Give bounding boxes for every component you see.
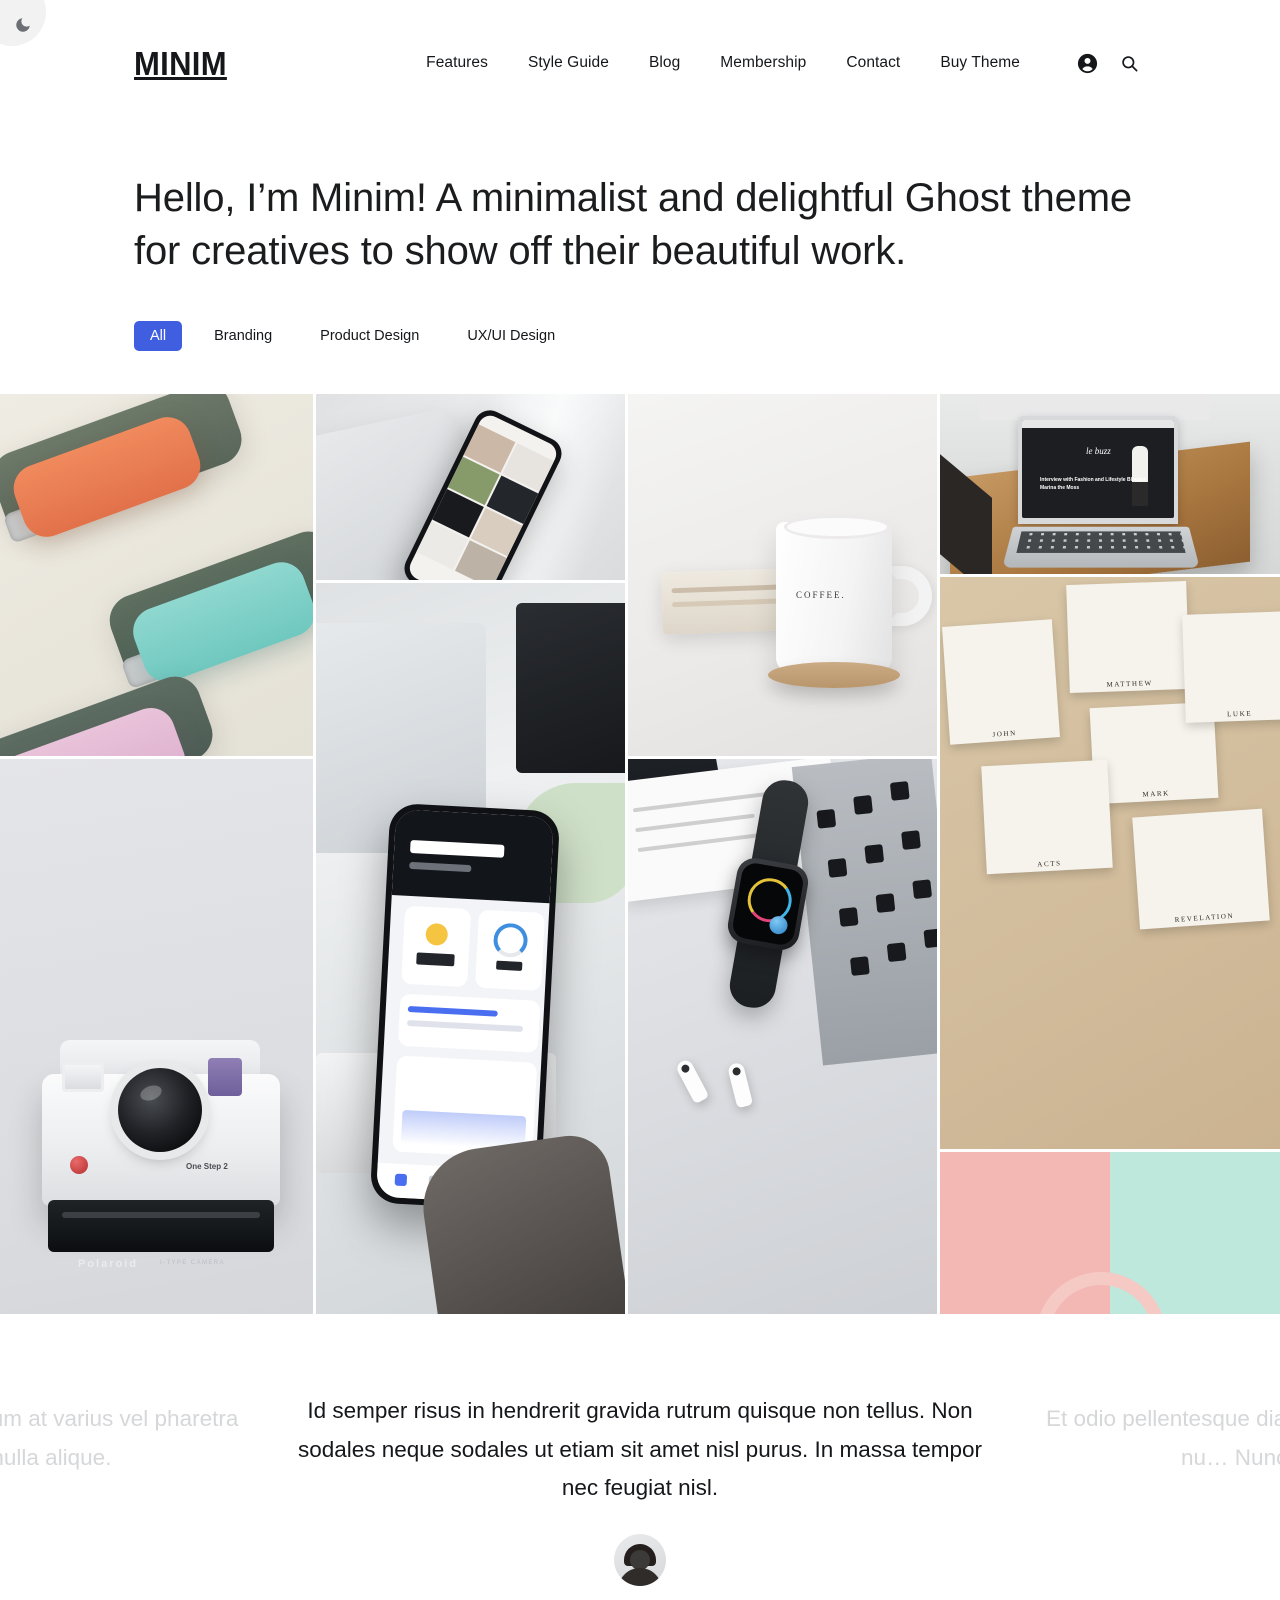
- nav-link-style-guide[interactable]: Style Guide: [508, 54, 629, 72]
- nav-item-style-guide[interactable]: Style Guide: [508, 54, 629, 72]
- testimonial-quote-next: Et odio pellentesque diam… egestas egest…: [1045, 1406, 1280, 1470]
- search-icon[interactable]: [1112, 46, 1146, 80]
- camera-model: One Step 2: [186, 1162, 228, 1171]
- print-label-mark: MARK: [1142, 789, 1171, 799]
- coffee-mug-label: COFFEE.: [796, 590, 846, 600]
- photo-polaroid-camera: One Step 2 Polaroid I-TYPE CAMERA: [0, 759, 313, 1314]
- testimonial-slide-next[interactable]: Et odio pellentesque diam… egestas egest…: [1030, 1400, 1280, 1555]
- site-logo[interactable]: MINIM: [134, 47, 227, 80]
- print-label-revelation: REVELATION: [1174, 911, 1235, 924]
- print-label-acts: ACTS: [1037, 859, 1062, 869]
- laptop-wordmark: le buzz: [1086, 446, 1111, 456]
- gallery-item-laptop-wood[interactable]: le buzz Interview with Fashion and Lifes…: [940, 394, 1280, 574]
- nav-link-contact[interactable]: Contact: [826, 54, 920, 72]
- nav-link-features[interactable]: Features: [406, 54, 508, 72]
- gallery-item-watch-airpods[interactable]: [628, 759, 937, 1314]
- gallery-item-headphones[interactable]: [940, 1152, 1280, 1314]
- filter-ux-ui-design[interactable]: UX/UI Design: [451, 321, 571, 351]
- nav-item-blog[interactable]: Blog: [629, 54, 700, 72]
- avatar: [614, 1534, 666, 1587]
- gallery-item-phone-dashboard[interactable]: [316, 583, 625, 1314]
- nav-link-buy-theme[interactable]: Buy Theme: [920, 54, 1040, 72]
- nav-list: Features Style Guide Blog Membership Con…: [406, 54, 1040, 72]
- filter-all[interactable]: All: [134, 321, 183, 351]
- photo-phone-dashboard: [316, 583, 625, 1314]
- photo-headphones: [940, 1152, 1280, 1314]
- hero-section: Hello, I’m Minim! A minimalist and delig…: [0, 126, 1280, 278]
- nav-link-membership[interactable]: Membership: [700, 54, 826, 72]
- camera-tag: I-TYPE CAMERA: [160, 1260, 225, 1266]
- site-header: MINIM Features Style Guide Blog Membersh…: [0, 0, 1280, 126]
- main-navigation: Features Style Guide Blog Membership Con…: [406, 46, 1146, 80]
- laptop-caption: Interview with Fashion and Lifestyle Blo…: [1040, 477, 1146, 491]
- gallery-item-coffee-mug[interactable]: COFFEE.: [628, 394, 937, 756]
- header-icons: [1062, 46, 1146, 80]
- photo-print-cards: JOHN MATTHEW MARK LUKE ACTS REVELATION: [940, 577, 1280, 1149]
- camera-brand: Polaroid: [78, 1258, 139, 1270]
- filter-product-design[interactable]: Product Design: [304, 321, 435, 351]
- photo-phone-flatlay: [316, 394, 625, 580]
- filter-branding[interactable]: Branding: [198, 321, 288, 351]
- photo-laptop-wood: le buzz Interview with Fashion and Lifes…: [940, 394, 1280, 574]
- print-label-john: JOHN: [992, 729, 1018, 739]
- photo-bottles: [0, 394, 313, 756]
- testimonial-quote-active: Id semper risus in hendrerit gravida rut…: [297, 1398, 983, 1501]
- nav-item-contact[interactable]: Contact: [826, 54, 920, 72]
- nav-item-features[interactable]: Features: [406, 54, 508, 72]
- gallery-item-print-cards[interactable]: JOHN MATTHEW MARK LUKE ACTS REVELATION: [940, 577, 1280, 1149]
- testimonial-quote-previous: …usce ut. Et tortor at risus …um at vari…: [0, 1406, 239, 1470]
- portfolio-filters: All Branding Product Design UX/UI Design: [134, 321, 587, 351]
- testimonial-slide-active[interactable]: Id semper risus in hendrerit gravida rut…: [295, 1392, 985, 1587]
- testimonial-carousel: …usce ut. Et tortor at risus …um at vari…: [0, 1360, 1280, 1600]
- account-circle-icon[interactable]: [1070, 46, 1104, 80]
- print-label-matthew: MATTHEW: [1106, 679, 1153, 689]
- nav-link-blog[interactable]: Blog: [629, 54, 700, 72]
- nav-item-membership[interactable]: Membership: [700, 54, 826, 72]
- moon-icon: [14, 16, 32, 34]
- photo-coffee-mug: COFFEE.: [628, 394, 937, 756]
- testimonial-slide-previous[interactable]: …usce ut. Et tortor at risus …um at vari…: [0, 1400, 250, 1555]
- print-label-luke: LUKE: [1226, 709, 1253, 719]
- nav-item-buy-theme[interactable]: Buy Theme: [920, 54, 1040, 72]
- gallery-item-polaroid-camera[interactable]: One Step 2 Polaroid I-TYPE CAMERA: [0, 759, 313, 1314]
- portfolio-gallery: COFFEE. le buzz Interview with Fashion a…: [0, 394, 1280, 1314]
- photo-watch-airpods: [628, 759, 937, 1314]
- gallery-item-phone-flatlay[interactable]: [316, 394, 625, 580]
- gallery-item-bottles[interactable]: [0, 394, 313, 756]
- page-title: Hello, I’m Minim! A minimalist and delig…: [134, 176, 1132, 274]
